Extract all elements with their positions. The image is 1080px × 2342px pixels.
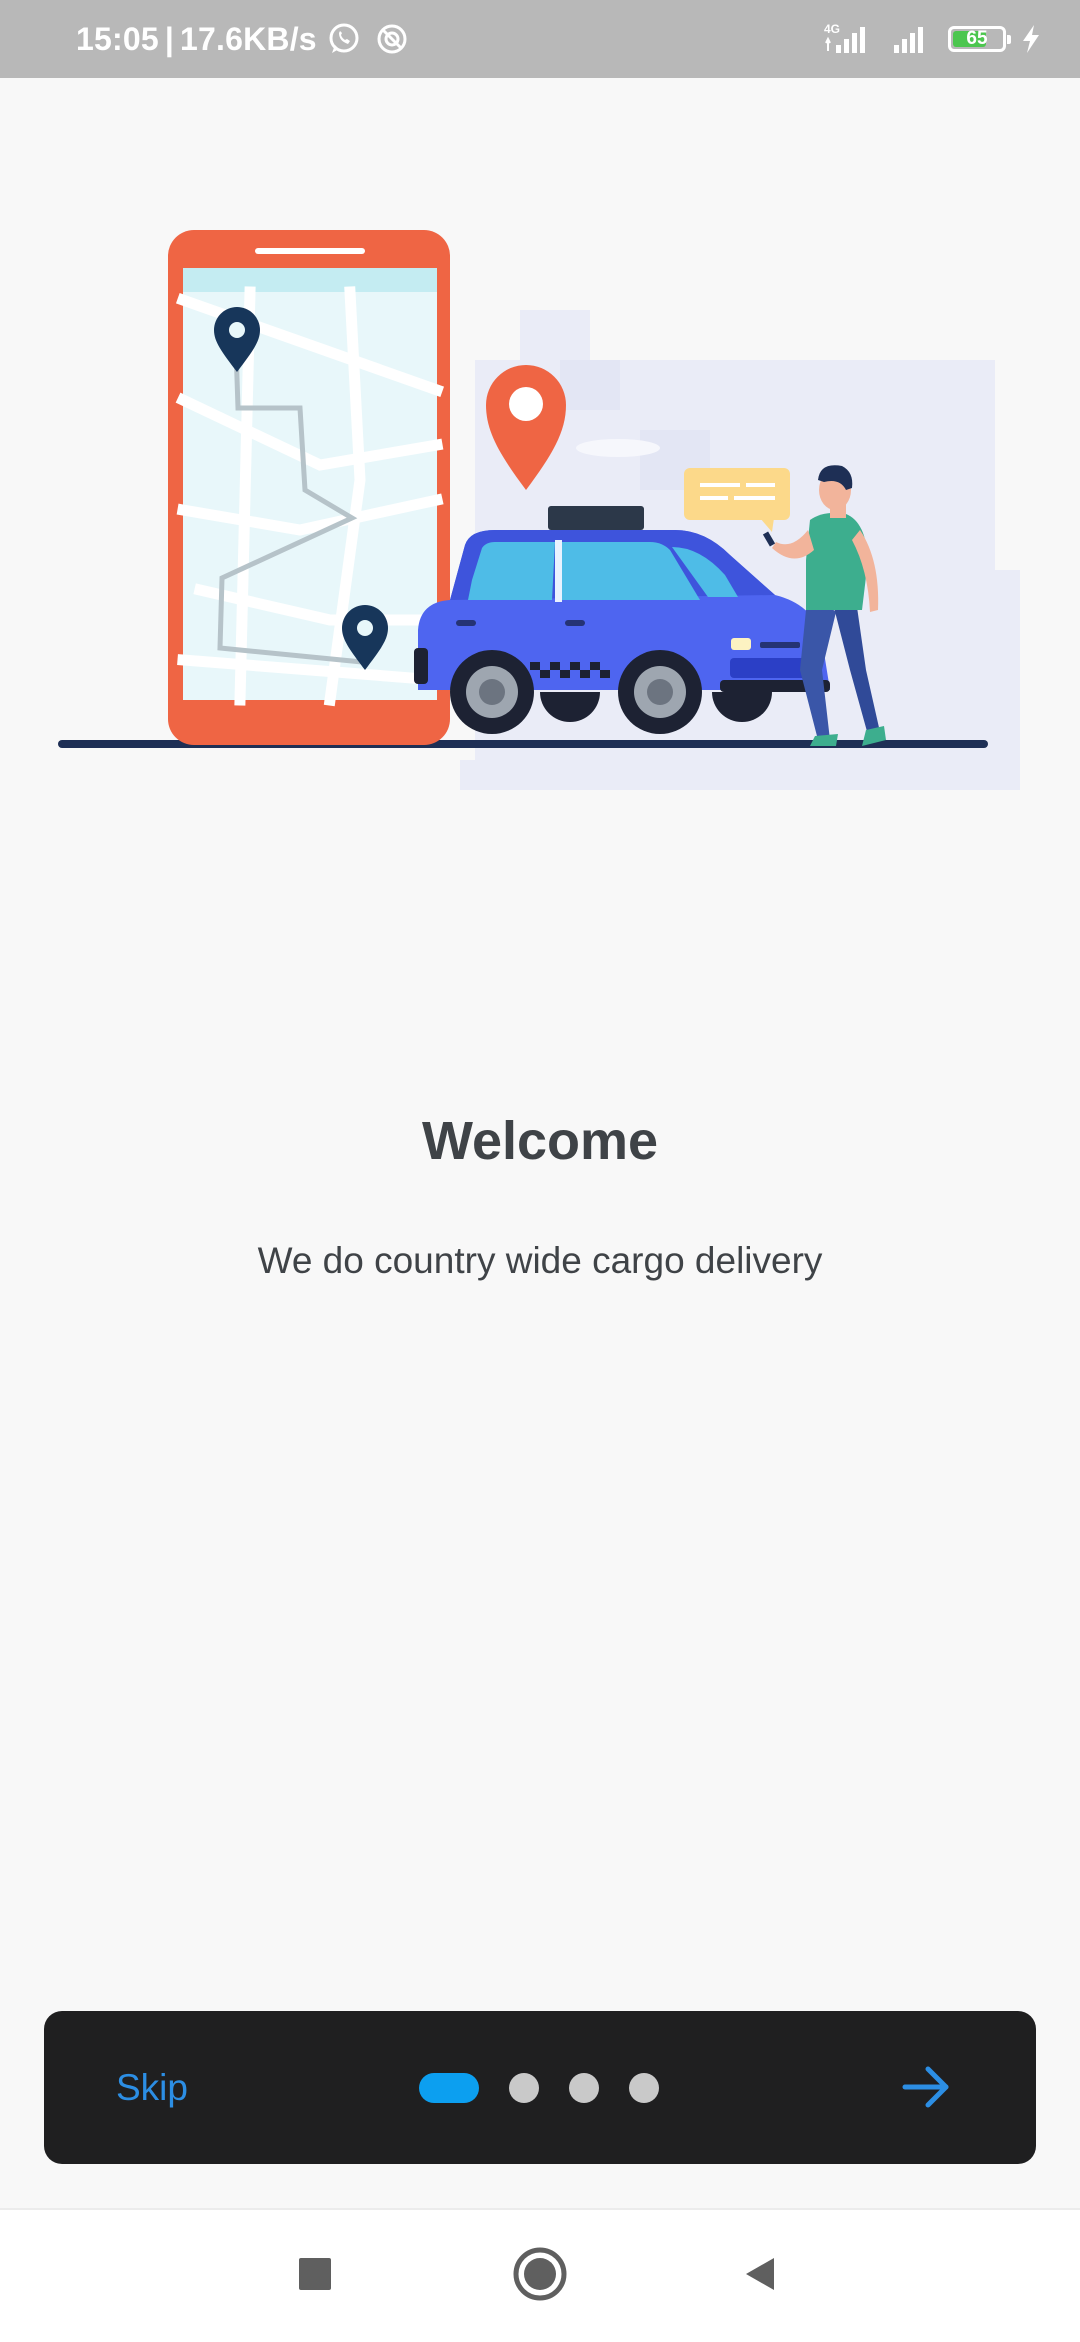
battery-icon: 65 <box>948 26 1011 52</box>
home-icon <box>513 2247 567 2301</box>
next-button[interactable] <box>898 2059 954 2115</box>
page-indicator <box>419 2073 659 2103</box>
home-button[interactable] <box>510 2244 570 2304</box>
charging-icon <box>1023 25 1039 53</box>
whatsapp-icon <box>329 23 359 53</box>
battery-level: 65 <box>966 28 988 49</box>
status-right: 4G 65 <box>822 0 1042 78</box>
back-button[interactable] <box>730 2244 790 2304</box>
navigation-bar <box>0 2208 1080 2342</box>
back-icon <box>746 2258 774 2290</box>
phone-map-illustration <box>168 230 450 745</box>
status-left: 15:05 | 17.6KB/s <box>76 0 409 78</box>
recents-icon <box>299 2258 331 2290</box>
onboarding-subtitle: We do country wide cargo delivery <box>257 1240 823 1281</box>
onboarding-controls: Skip <box>44 2011 1036 2164</box>
page-dot <box>509 2073 539 2103</box>
signal-icon <box>894 27 923 53</box>
status-separator: | <box>164 20 174 57</box>
skip-button[interactable]: Skip <box>116 2011 188 2164</box>
page-dot <box>629 2073 659 2103</box>
wheel <box>618 650 702 734</box>
status-time: 15:05 <box>76 20 159 57</box>
page-dot <box>569 2073 599 2103</box>
taxi-map-illustration <box>58 230 1020 790</box>
page-dot-active <box>419 2073 479 2103</box>
arrow-right-icon <box>902 2066 949 2108</box>
status-bar: 15:05 | 17.6KB/s 4G 65 <box>0 0 1080 78</box>
signal-4g-icon: 4G <box>824 22 865 53</box>
wheel <box>450 650 534 734</box>
network-type-label: 4G <box>824 22 840 36</box>
network-speed: 17.6KB/s <box>180 20 317 57</box>
cloud-shape <box>576 439 660 457</box>
onboarding-title: Welcome <box>421 1111 659 1171</box>
recents-button[interactable] <box>285 2244 345 2304</box>
sync-off-icon <box>377 24 407 54</box>
